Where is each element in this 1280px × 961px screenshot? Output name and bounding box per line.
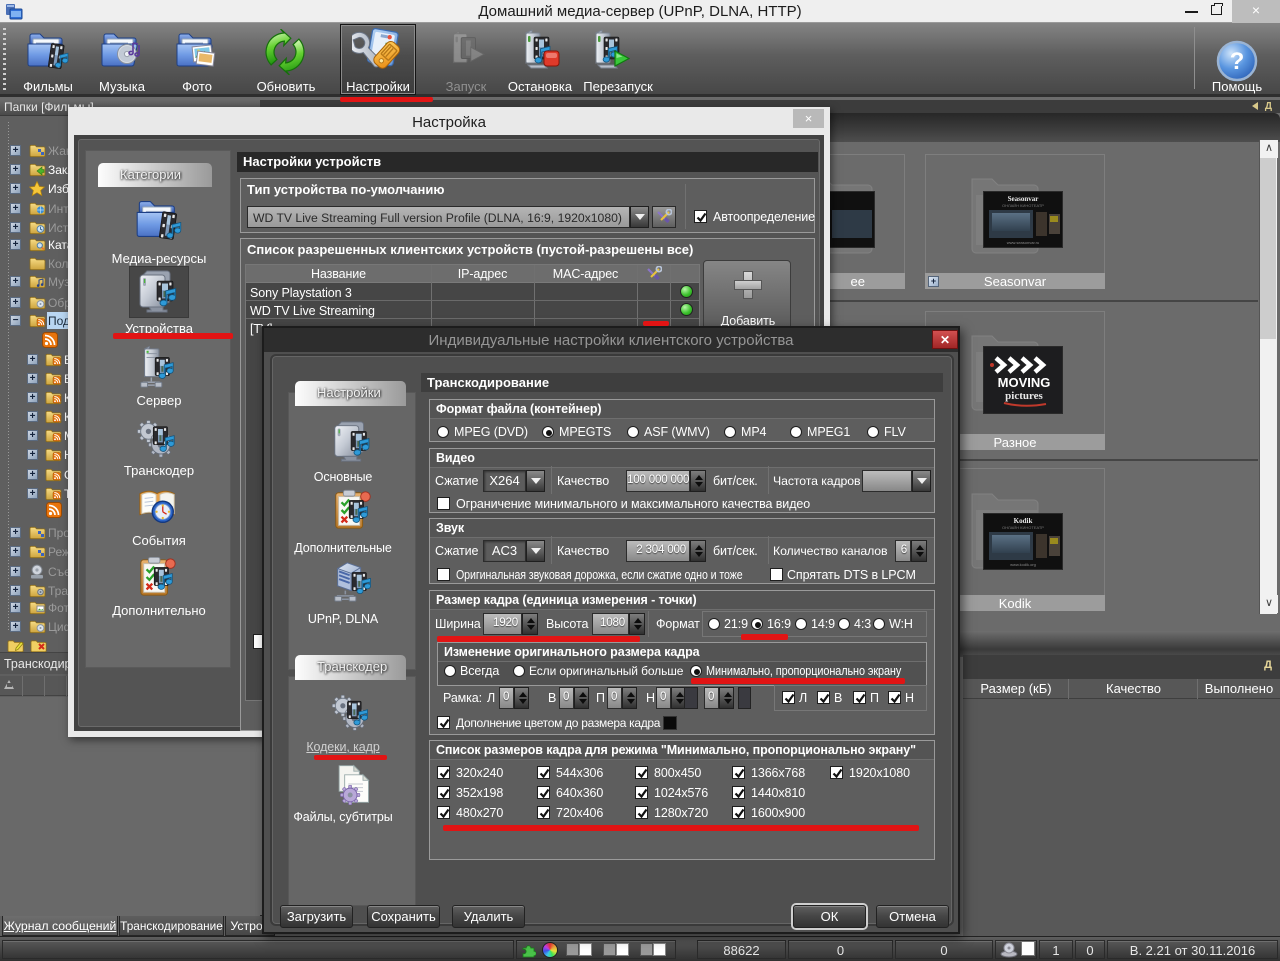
svg-text:MOVING: MOVING xyxy=(998,375,1051,390)
svg-text:pictures: pictures xyxy=(1005,390,1043,402)
